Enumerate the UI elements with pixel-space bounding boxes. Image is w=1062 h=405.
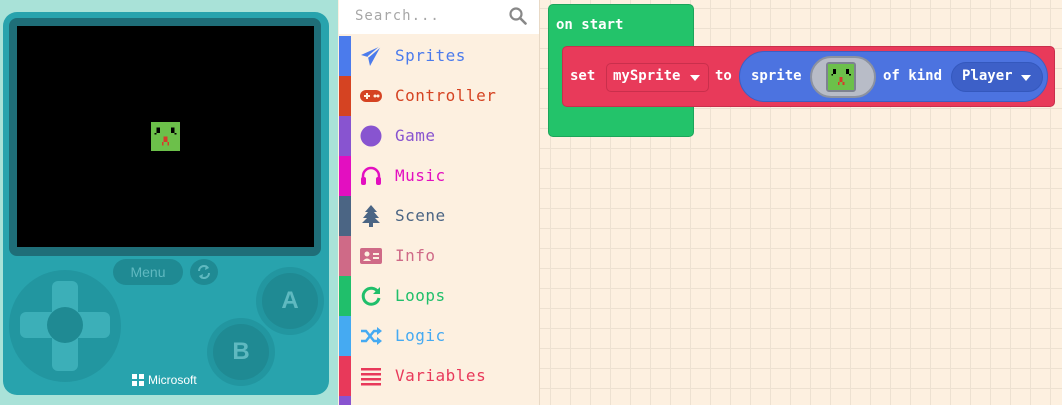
brand-label: Microsoft <box>148 373 197 387</box>
category-label: Info <box>395 246 436 265</box>
windows-icon <box>132 374 144 386</box>
category-label: Controller <box>395 86 497 105</box>
id-card-icon <box>360 248 382 264</box>
circle-icon <box>360 125 382 147</box>
category-label: Sprites <box>395 46 466 65</box>
restart-icon <box>198 265 210 279</box>
chevron-down-icon <box>1021 75 1031 81</box>
category-scene[interactable]: Scene <box>339 196 539 236</box>
b-button[interactable]: B <box>213 324 269 380</box>
category-controller[interactable]: Controller <box>339 76 539 116</box>
refresh-icon <box>361 286 381 306</box>
menu-button[interactable]: Menu <box>113 259 183 285</box>
on-start-label: on start <box>556 17 624 33</box>
toolbox-search <box>339 0 539 34</box>
category-label: Variables <box>395 366 487 385</box>
simulator-panel: Menu A B Microsoft <box>0 0 338 405</box>
category-sprites[interactable]: Sprites <box>339 36 539 76</box>
chevron-down-icon <box>690 75 700 81</box>
a-button[interactable]: A <box>262 273 318 329</box>
restart-button[interactable] <box>190 259 218 285</box>
player-sprite <box>151 122 180 151</box>
search-icon[interactable] <box>509 7 527 25</box>
paper-plane-icon <box>361 45 382 66</box>
category-stripe <box>339 156 351 196</box>
category-stripe <box>339 196 351 236</box>
shuffle-icon <box>361 327 382 345</box>
category-logic[interactable]: Logic <box>339 316 539 356</box>
category-music[interactable]: Music <box>339 156 539 196</box>
headphones-icon <box>361 166 381 185</box>
category-stripe <box>339 276 351 316</box>
microsoft-logo: Microsoft <box>132 373 197 387</box>
variable-name: mySprite <box>613 68 681 84</box>
game-screen[interactable] <box>17 26 314 247</box>
search-input[interactable] <box>355 8 505 24</box>
category-loops[interactable]: Loops <box>339 276 539 316</box>
dpad-center <box>47 307 83 343</box>
category-stripe <box>339 116 351 156</box>
category-label: Loops <box>395 286 446 305</box>
tree-icon <box>362 205 380 227</box>
kind-value: Player <box>962 68 1013 84</box>
set-label: set <box>570 68 596 84</box>
sprite-label: sprite <box>751 68 802 84</box>
category-more[interactable] <box>339 396 539 405</box>
category-stripe <box>339 356 351 396</box>
category-stripe <box>339 236 351 276</box>
gamepad-icon <box>360 90 382 102</box>
category-label: Logic <box>395 326 446 345</box>
category-label: Music <box>395 166 446 185</box>
category-stripe <box>339 36 351 76</box>
sprite-image-thumbnail[interactable] <box>826 62 856 92</box>
category-label: Scene <box>395 206 446 225</box>
player-sprite-thumbnail <box>828 64 854 90</box>
category-stripe <box>339 76 351 116</box>
of-kind-label: of kind <box>883 68 943 84</box>
toolbox: Sprites Controller Game Music <box>338 0 540 405</box>
category-variables[interactable]: Variables <box>339 356 539 396</box>
category-game[interactable]: Game <box>339 116 539 156</box>
list-icon <box>361 368 381 386</box>
category-info[interactable]: Info <box>339 236 539 276</box>
category-stripe <box>339 316 351 356</box>
category-stripe <box>339 396 351 405</box>
to-label: to <box>715 68 732 84</box>
category-label: Game <box>395 126 436 145</box>
